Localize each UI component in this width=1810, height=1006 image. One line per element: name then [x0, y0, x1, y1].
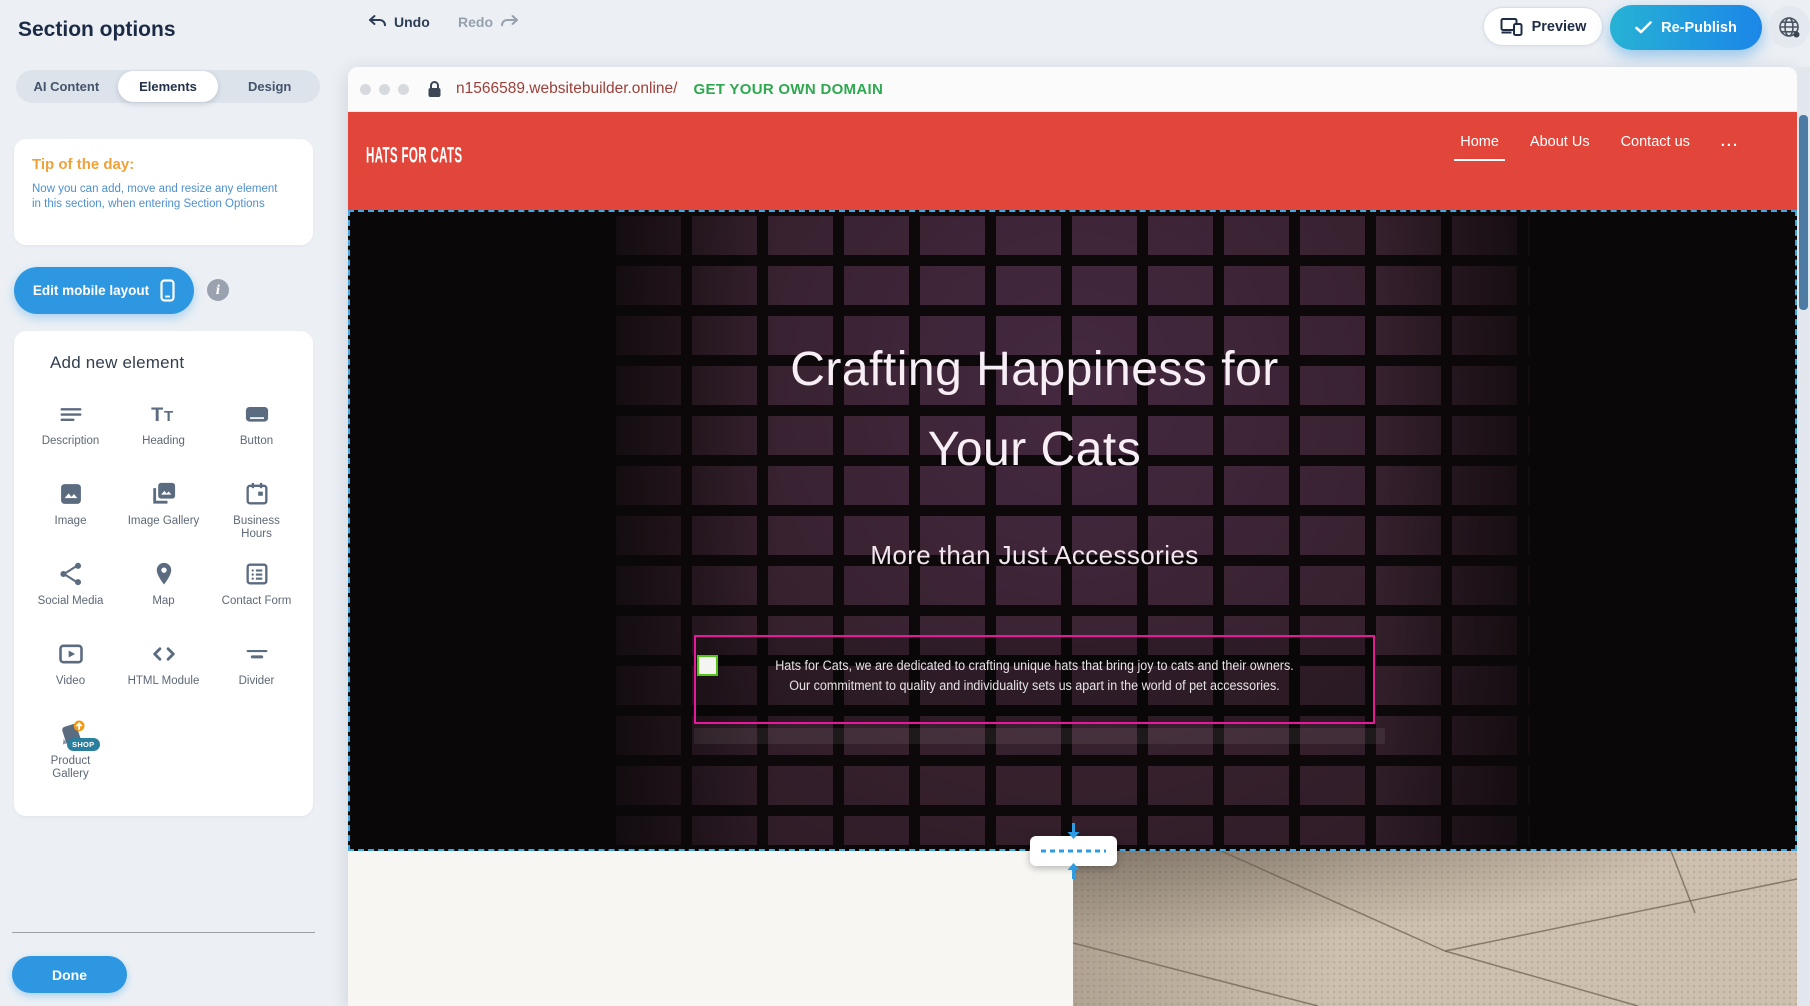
add-element-image[interactable]: Image — [24, 473, 117, 553]
product-gallery-icon: SHOP — [56, 719, 86, 749]
nav-home[interactable]: Home — [1460, 134, 1499, 150]
done-button[interactable]: Done — [12, 956, 127, 993]
heading-icon: TT — [149, 399, 179, 429]
devices-icon — [1500, 17, 1523, 36]
site-preview-canvas: n1566589.websitebuilder.online/ GET YOUR… — [348, 67, 1797, 1006]
site-header: HATS FOR CATS Home About Us Contact us .… — [348, 112, 1797, 210]
hero-subheading[interactable]: More than Just Accessories — [694, 540, 1375, 571]
pavement-image — [1073, 851, 1797, 1006]
ghost-strip — [694, 728, 1385, 744]
divider-icon — [242, 639, 272, 669]
add-element-card: Add new element Description TT Heading — [14, 331, 313, 816]
add-element-contact-form[interactable]: Contact Form — [210, 553, 303, 633]
hero-heading[interactable]: Crafting Happiness for Your Cats — [694, 330, 1375, 490]
edit-mobile-label: Edit mobile layout — [33, 283, 149, 298]
redo-icon — [500, 14, 519, 30]
browser-bar: n1566589.websitebuilder.online/ GET YOUR… — [348, 67, 1797, 112]
section-resize-handle[interactable] — [1030, 836, 1117, 866]
hero-body-text: Hats for Cats, we are dedicated to craft… — [720, 637, 1350, 695]
tile-wall-background — [616, 216, 1530, 845]
preview-button[interactable]: Preview — [1483, 7, 1603, 46]
next-section — [348, 851, 1797, 1006]
section-options-panel: Section options AI Content Elements Desi… — [0, 0, 327, 1006]
republish-button[interactable]: Re-Publish — [1610, 5, 1762, 50]
traffic-dots — [360, 84, 409, 95]
add-element-social-media[interactable]: Social Media — [24, 553, 117, 633]
edit-mobile-layout-button[interactable]: Edit mobile layout — [14, 267, 194, 314]
business-hours-icon — [242, 479, 272, 509]
site-url: n1566589.websitebuilder.online/ — [456, 80, 677, 98]
language-globe-button[interactable] — [1768, 6, 1810, 48]
add-element-html-module[interactable]: HTML Module — [117, 633, 210, 713]
description-icon — [56, 399, 86, 429]
tip-body: Now you can add, move and resize any ele… — [32, 182, 288, 212]
map-icon — [149, 559, 179, 589]
phone-icon — [160, 279, 175, 302]
html-module-icon — [149, 639, 179, 669]
add-element-description[interactable]: Description — [24, 393, 117, 473]
add-element-title: Add new element — [50, 353, 303, 373]
undo-button[interactable]: Undo — [368, 14, 430, 30]
scrollbar-thumb[interactable] — [1799, 115, 1808, 310]
canvas-scrollbar[interactable] — [1797, 67, 1810, 1006]
add-element-image-gallery[interactable]: Image Gallery — [117, 473, 210, 553]
social-media-icon — [56, 559, 86, 589]
add-element-divider[interactable]: Divider — [210, 633, 303, 713]
undo-icon — [368, 14, 387, 30]
svg-text:T: T — [151, 404, 163, 426]
redo-button[interactable]: Redo — [458, 14, 519, 30]
video-icon — [56, 639, 86, 669]
site-nav: Home About Us Contact us ... — [1460, 134, 1739, 150]
add-element-map[interactable]: Map — [117, 553, 210, 633]
get-domain-link[interactable]: GET YOUR OWN DOMAIN — [693, 81, 883, 98]
nav-about-us[interactable]: About Us — [1530, 134, 1590, 150]
hero-text-block-selected[interactable]: Hats for Cats, we are dedicated to craft… — [694, 635, 1375, 724]
shop-badge: SHOP — [67, 738, 99, 751]
nav-more-menu[interactable]: ... — [1721, 134, 1739, 150]
tip-of-the-day-card: Tip of the day: Now you can add, move an… — [14, 139, 313, 245]
check-icon — [1635, 21, 1652, 34]
tip-title: Tip of the day: — [32, 156, 295, 173]
lock-icon — [427, 80, 442, 98]
add-element-product-gallery[interactable]: SHOP Product Gallery — [24, 713, 117, 793]
add-element-grid: Description TT Heading Button — [24, 393, 303, 793]
add-element-business-hours[interactable]: Business Hours — [210, 473, 303, 553]
button-icon — [242, 399, 272, 429]
contact-form-icon — [242, 559, 272, 589]
tab-elements[interactable]: Elements — [118, 71, 219, 102]
site-logo: HATS FOR CATS — [366, 143, 462, 169]
page-title: Section options — [18, 18, 176, 42]
nav-contact-us[interactable]: Contact us — [1621, 134, 1690, 150]
info-icon[interactable]: i — [207, 279, 229, 301]
tab-ai-content[interactable]: AI Content — [16, 70, 117, 103]
tab-design[interactable]: Design — [219, 70, 320, 103]
app-root: Section options AI Content Elements Desi… — [0, 0, 1810, 1006]
panel-tab-bar: AI Content Elements Design — [16, 70, 320, 103]
add-element-video[interactable]: Video — [24, 633, 117, 713]
element-resize-handle[interactable] — [697, 655, 718, 676]
add-element-button[interactable]: Button — [210, 393, 303, 473]
panel-divider — [12, 932, 315, 933]
hero-section-selected[interactable]: Crafting Happiness for Your Cats More th… — [348, 210, 1797, 851]
svg-text:T: T — [164, 408, 174, 425]
globe-icon — [1776, 14, 1802, 40]
add-element-heading[interactable]: TT Heading — [117, 393, 210, 473]
image-icon — [56, 479, 86, 509]
image-gallery-icon — [149, 479, 179, 509]
